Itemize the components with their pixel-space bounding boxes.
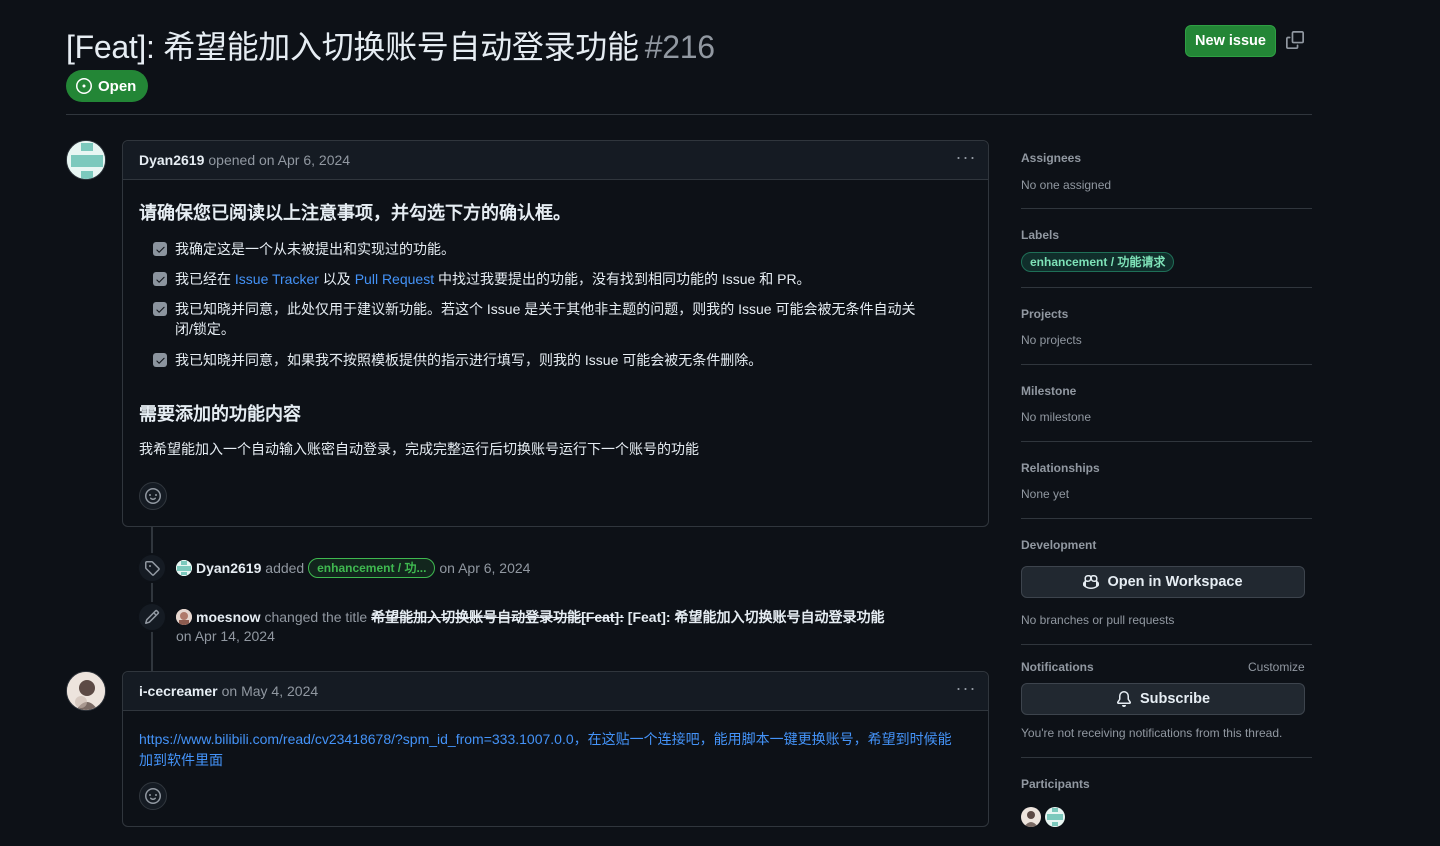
task-text-line1: 我已知晓并同意，此处仅用于建议新功能。若这个 Issue 是关于其他非主题的问题… bbox=[175, 301, 916, 317]
sidebar-divider bbox=[1021, 757, 1312, 758]
projects-value: No projects bbox=[1021, 333, 1082, 347]
task-text: 我已知晓并同意，如果我不按照模板提供的指示进行填写，则我的 Issue 可能会被… bbox=[175, 352, 763, 368]
comment-meta[interactable]: opened on Apr 6, 2024 bbox=[208, 152, 350, 168]
event-date[interactable]: on Apr 6, 2024 bbox=[439, 560, 530, 576]
pull-request-link[interactable]: Pull Request bbox=[355, 271, 434, 287]
avatar[interactable] bbox=[66, 671, 106, 711]
bell-icon bbox=[1116, 691, 1131, 707]
event-action: changed the title bbox=[264, 609, 368, 625]
task-text: 我已经在 Issue Tracker 以及 Pull Request 中找过我要… bbox=[175, 269, 811, 289]
development-heading: Development bbox=[1021, 538, 1097, 552]
comment-author[interactable]: Dyan2619 bbox=[139, 152, 204, 168]
tag-icon bbox=[137, 553, 167, 583]
sidebar-divider bbox=[1021, 644, 1312, 645]
new-title: [Feat]: 希望能加入切换账号自动登录功能 bbox=[627, 609, 885, 625]
labels-list: enhancement / 功能请求 bbox=[1021, 252, 1175, 272]
sidebar-divider bbox=[1021, 518, 1312, 519]
assignees-value: No one assigned bbox=[1021, 178, 1112, 192]
body-content: 我希望能加入一个自动输入账密自动登录，完成完整运行后切换账号运行下一个账号的功能 bbox=[139, 441, 699, 457]
label-badge[interactable]: enhancement / 功... bbox=[308, 558, 436, 578]
sidebar-divider bbox=[1021, 441, 1312, 442]
relationships-heading[interactable]: Relationships bbox=[1021, 461, 1100, 475]
comment-header: i-cecreamer on May 4, 2024 ··· bbox=[123, 672, 988, 711]
comment-meta[interactable]: on May 4, 2024 bbox=[222, 683, 319, 699]
avatar[interactable] bbox=[176, 560, 192, 576]
label-badge[interactable]: enhancement / 功能请求 bbox=[1021, 252, 1175, 272]
event-action: added bbox=[265, 560, 305, 576]
notifications-value: You're not receiving notifications from … bbox=[1021, 726, 1283, 740]
comment-link-line2: 加到软件里面 bbox=[139, 752, 223, 768]
copilot-icon bbox=[1083, 574, 1100, 590]
event-author[interactable]: moesnow bbox=[196, 609, 261, 625]
notifications-heading: Notifications bbox=[1021, 660, 1094, 674]
customize-link[interactable]: Customize bbox=[1248, 660, 1305, 674]
avatar[interactable] bbox=[176, 609, 192, 625]
relationships-value: None yet bbox=[1021, 487, 1070, 501]
checkbox-checked[interactable] bbox=[153, 302, 167, 316]
checkbox-checked[interactable] bbox=[153, 242, 167, 256]
projects-heading[interactable]: Projects bbox=[1021, 307, 1068, 321]
pencil-icon bbox=[137, 602, 167, 632]
event-date[interactable]: on Apr 14, 2024 bbox=[176, 628, 275, 644]
smiley-icon bbox=[145, 488, 161, 504]
issue-number: #216 bbox=[644, 29, 715, 65]
comment-link-line1: https://www.bilibili.com/read/cv23418678… bbox=[139, 731, 952, 747]
old-title: 希望能加入切换账号自动登录功能[Feat]: bbox=[371, 609, 624, 625]
issue-open-icon bbox=[76, 78, 92, 94]
status-label: Open bbox=[98, 77, 137, 95]
task-item: 我已知晓并同意，此处仅用于建议新功能。若这个 Issue 是关于其他非主题的问题… bbox=[153, 299, 915, 339]
comment-link[interactable]: https://www.bilibili.com/read/cv23418678… bbox=[139, 729, 952, 771]
add-reaction-button[interactable] bbox=[139, 482, 167, 510]
participant-avatar[interactable] bbox=[1045, 807, 1065, 827]
open-in-workspace-label: Open in Workspace bbox=[1107, 574, 1243, 590]
status-badge: Open bbox=[66, 70, 149, 102]
task-text-pre: 我已经在 bbox=[175, 271, 235, 287]
timeline-event-renamed: moesnow changed the title 希望能加入切换账号自动登录功… bbox=[176, 607, 884, 627]
subscribe-label: Subscribe bbox=[1139, 691, 1211, 707]
labels-heading[interactable]: Labels bbox=[1021, 228, 1059, 242]
copy-icon[interactable] bbox=[1286, 31, 1308, 53]
smiley-icon bbox=[145, 788, 161, 804]
task-text-line2: 闭/锁定。 bbox=[175, 321, 235, 337]
new-issue-button[interactable]: New issue bbox=[1185, 25, 1276, 57]
sidebar-divider bbox=[1021, 364, 1312, 365]
milestone-value: No milestone bbox=[1021, 410, 1092, 424]
header-divider bbox=[66, 114, 1312, 115]
task-item: 我已知晓并同意，如果我不按照模板提供的指示进行填写，则我的 Issue 可能会被… bbox=[153, 350, 762, 370]
kebab-menu-icon[interactable]: ··· bbox=[954, 148, 978, 172]
development-value: No branches or pull requests bbox=[1021, 613, 1175, 627]
sidebar-divider bbox=[1021, 208, 1312, 209]
body-heading-1: 请确保您已阅读以上注意事项，并勾选下方的确认框。 bbox=[139, 203, 571, 223]
task-item: 我已经在 Issue Tracker 以及 Pull Request 中找过我要… bbox=[153, 269, 811, 289]
kebab-menu-icon[interactable]: ··· bbox=[954, 679, 978, 703]
issue-title: [Feat]: 希望能加入切换账号自动登录功能 #216 bbox=[66, 22, 715, 68]
participant-avatar[interactable] bbox=[1021, 807, 1041, 827]
milestone-heading[interactable]: Milestone bbox=[1021, 384, 1076, 398]
assignees-heading[interactable]: Assignees bbox=[1021, 151, 1081, 165]
subscribe-button[interactable]: Subscribe bbox=[1021, 683, 1305, 715]
task-text-mid: 以及 bbox=[318, 271, 355, 287]
add-reaction-button[interactable] bbox=[139, 782, 167, 810]
comment-header: Dyan2619 opened on Apr 6, 2024 ··· bbox=[123, 141, 988, 180]
checkbox-checked[interactable] bbox=[153, 353, 167, 367]
issue-tracker-link[interactable]: Issue Tracker bbox=[235, 271, 319, 287]
task-text-post: 中找过我要提出的功能，没有找到相同功能的 Issue 和 PR。 bbox=[434, 271, 811, 287]
task-text: 我确定这是一个从未被提出和实现过的功能。 bbox=[175, 241, 455, 257]
body-heading-2: 需要添加的功能内容 bbox=[139, 404, 301, 424]
issue-title-text: [Feat]: 希望能加入切换账号自动登录功能 bbox=[66, 29, 639, 65]
comment: i-cecreamer on May 4, 2024 ··· https://w… bbox=[122, 671, 989, 827]
open-in-workspace-button[interactable]: Open in Workspace bbox=[1021, 566, 1305, 598]
checkbox-checked[interactable] bbox=[153, 272, 167, 286]
sidebar-divider bbox=[1021, 287, 1312, 288]
event-author[interactable]: Dyan2619 bbox=[196, 560, 261, 576]
issue-body-comment: Dyan2619 opened on Apr 6, 2024 ··· 请确保您已… bbox=[122, 140, 989, 527]
participants-heading: Participants bbox=[1021, 777, 1090, 791]
task-item: 我确定这是一个从未被提出和实现过的功能。 bbox=[153, 239, 455, 259]
timeline-line bbox=[151, 527, 153, 672]
comment-author[interactable]: i-cecreamer bbox=[139, 683, 218, 699]
avatar[interactable] bbox=[66, 140, 106, 180]
task-text: 我已知晓并同意，此处仅用于建议新功能。若这个 Issue 是关于其他非主题的问题… bbox=[175, 299, 915, 339]
timeline-event-labeled: Dyan2619 added enhancement / 功... on Apr… bbox=[176, 558, 530, 578]
